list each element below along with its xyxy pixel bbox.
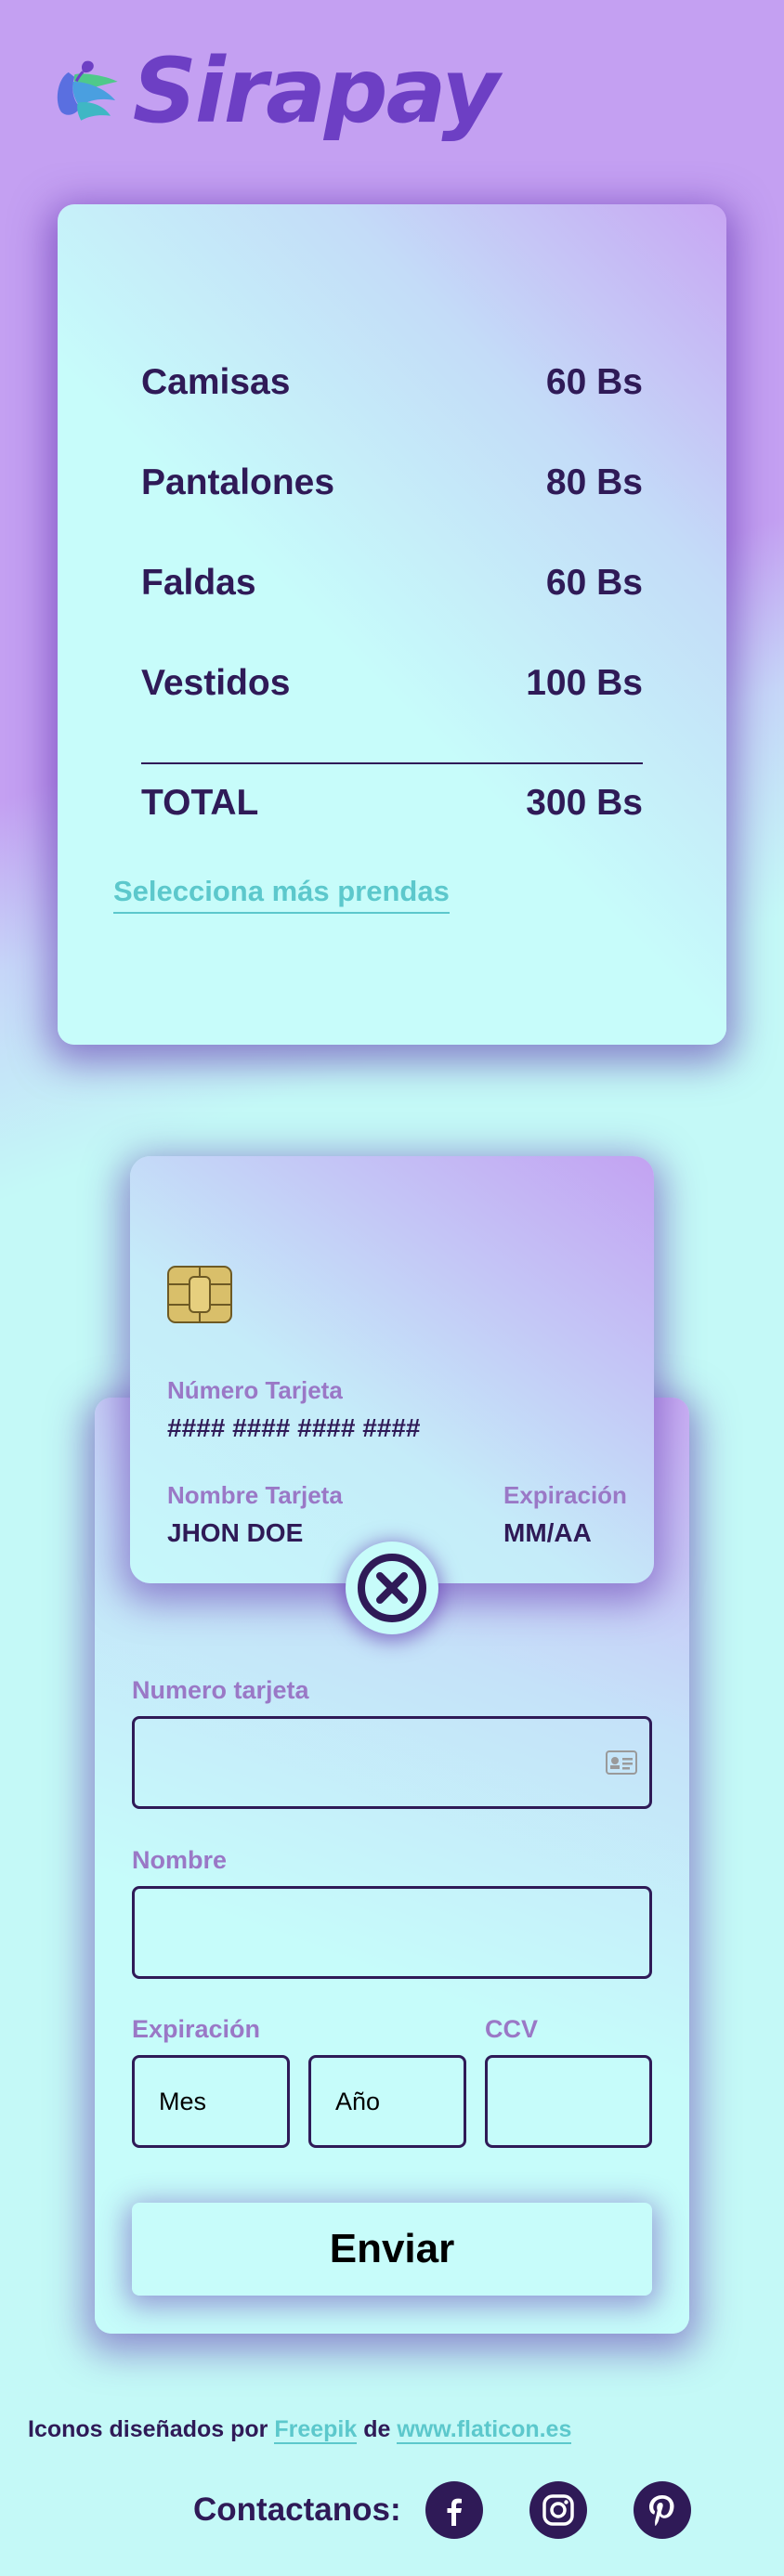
card-number-label: Numero tarjeta: [132, 1676, 309, 1704]
facebook-icon: [447, 2498, 462, 2526]
cart-item-price: 60 Bs: [545, 563, 643, 603]
contact-bar: Contactanos:: [193, 2479, 738, 2541]
cart-item-price: 100 Bs: [526, 663, 643, 703]
close-card-button[interactable]: [346, 1542, 438, 1634]
credits-mid: de: [363, 2416, 391, 2442]
contact-label: Contactanos:: [193, 2491, 401, 2528]
flaticon-link[interactable]: www.flaticon.es: [397, 2416, 572, 2444]
ccv-input[interactable]: [485, 2055, 652, 2148]
expiry-month-input[interactable]: [132, 2055, 290, 2148]
brand-name: Sirapay: [132, 39, 500, 143]
card-name-caption: Nombre Tarjeta: [167, 1481, 343, 1509]
freepik-link[interactable]: Freepik: [274, 2416, 358, 2444]
cart-item-name: Camisas: [141, 362, 291, 402]
select-more-link[interactable]: Selecciona más prendas: [113, 875, 450, 914]
cart-item-price: 80 Bs: [545, 462, 643, 502]
instagram-icon: [542, 2494, 574, 2526]
total-value: 300 Bs: [526, 783, 643, 823]
cart-item-price: 60 Bs: [545, 362, 643, 402]
card-chip-icon: [167, 1266, 232, 1323]
submit-button[interactable]: Enviar: [132, 2203, 652, 2296]
card-name-display: JHON DOE: [167, 1518, 304, 1547]
cart-item: Camisas 60 Bs: [141, 362, 643, 403]
id-card-icon: [606, 1750, 637, 1775]
pinterest-icon: [648, 2495, 674, 2527]
icon-credits: Iconos diseñados por Freepik de www.flat…: [28, 2416, 572, 2444]
card-expiry-caption: Expiración: [503, 1481, 627, 1509]
instagram-button[interactable]: [529, 2481, 587, 2539]
cart-summary: Camisas 60 Bs Pantalones 80 Bs Faldas 60…: [58, 204, 726, 1045]
cart-item: Vestidos 100 Bs: [141, 663, 643, 704]
cart-item: Faldas 60 Bs: [141, 563, 643, 604]
name-input[interactable]: [132, 1886, 652, 1979]
name-label: Nombre: [132, 1846, 228, 1874]
card-number-display: #### #### #### ####: [167, 1413, 421, 1442]
cart-item-name: Faldas: [141, 563, 256, 603]
cart-item-name: Pantalones: [141, 462, 335, 502]
cart-total: TOTAL 300 Bs: [141, 783, 643, 824]
credits-prefix: Iconos diseñados por: [28, 2416, 268, 2442]
credit-card-preview: Número Tarjeta #### #### #### #### Nombr…: [130, 1156, 654, 1583]
card-expiry-display: MM/AA: [503, 1518, 592, 1547]
total-label: TOTAL: [141, 783, 259, 823]
cart-item: Pantalones 80 Bs: [141, 462, 643, 503]
card-number-caption: Número Tarjeta: [167, 1376, 343, 1404]
card-number-input[interactable]: [132, 1716, 652, 1809]
pinterest-button[interactable]: [633, 2481, 691, 2539]
brand-logo: Sirapay: [52, 17, 500, 165]
ccv-label: CCV: [485, 2015, 539, 2043]
expiry-year-input[interactable]: [308, 2055, 466, 2148]
expiry-label: Expiración: [132, 2015, 261, 2043]
facebook-button[interactable]: [425, 2481, 483, 2539]
leaves-logo-icon: [57, 60, 118, 121]
total-divider: [141, 762, 643, 764]
cart-item-name: Vestidos: [141, 663, 291, 703]
close-icon: [358, 1554, 426, 1622]
